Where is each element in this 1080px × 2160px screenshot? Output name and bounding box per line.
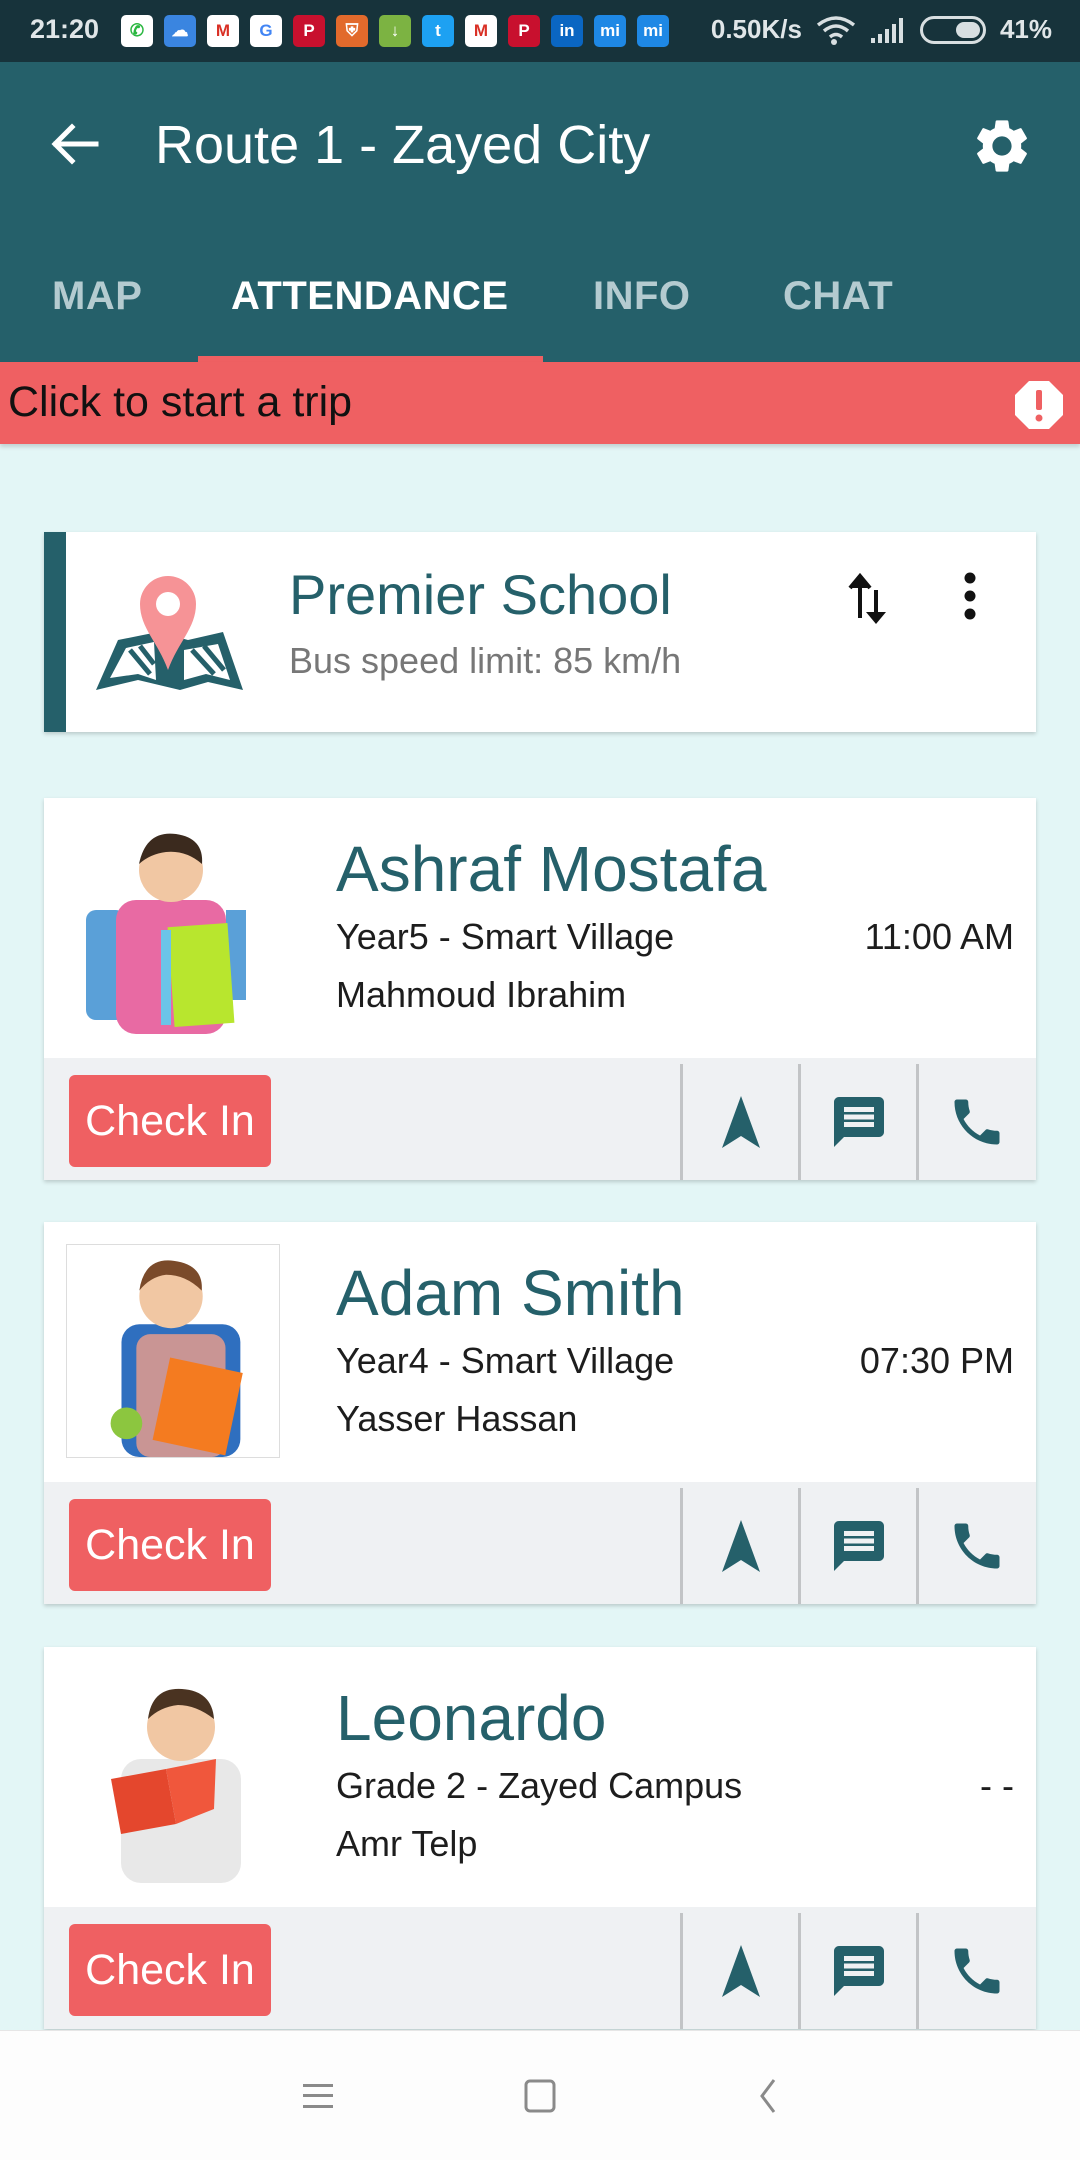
gmail-icon: M [207, 15, 239, 47]
navigation-arrow-icon [721, 1945, 760, 1997]
home-nav-button[interactable] [515, 2071, 565, 2121]
map-pin-icon [96, 576, 243, 690]
student-actions: Check In [44, 1058, 1036, 1180]
message-button[interactable] [798, 1064, 916, 1180]
student-card[interactable]: Adam Smith Year4 - Smart Village 07:30 P… [44, 1222, 1036, 1604]
google-icon: G [250, 15, 282, 47]
notification-icons: ✆ ☁ M G P ⛨ ↓ t M Pin mi mi [121, 15, 669, 47]
student-name: Adam Smith [336, 1257, 685, 1329]
navigate-button[interactable] [680, 1488, 798, 1604]
check-in-button[interactable]: Check In [69, 1924, 271, 2016]
student-photo-boy-with-orange-folder-and-apple [66, 1244, 280, 1458]
check-in-button[interactable]: Check In [69, 1499, 271, 1591]
menu-icon [303, 2084, 333, 2108]
alert-octagon-icon [1015, 381, 1063, 429]
phone-icon [954, 1099, 999, 1145]
message-button[interactable] [798, 1488, 916, 1604]
call-button[interactable] [916, 1913, 1034, 2029]
student-class: Grade 2 - Zayed Campus [336, 1765, 743, 1806]
menu-nav-button[interactable] [293, 2071, 343, 2121]
signal-icon [870, 17, 903, 43]
gear-icon [977, 120, 1027, 172]
mi-icon: mi [637, 15, 669, 47]
pinterest-icon: P [508, 15, 540, 47]
call-button[interactable] [916, 1488, 1034, 1604]
whatsapp-icon: ✆ [121, 15, 153, 47]
student-actions: Check In [44, 1482, 1036, 1604]
app-bar: Route 1 - Zayed City MAP ATTENDANCE INFO… [0, 62, 1080, 362]
message-button[interactable] [798, 1913, 916, 2029]
cloud-icon: ☁ [164, 15, 196, 47]
navigation-arrow-icon [721, 1520, 760, 1572]
parent-name: Amr Telp [336, 1823, 478, 1864]
tab-attendance[interactable]: ATTENDANCE [231, 274, 509, 319]
student-actions: Check In [44, 1907, 1036, 2029]
student-class: Year4 - Smart Village [336, 1340, 675, 1381]
mi-icon: mi [594, 15, 626, 47]
tab-bar: MAP ATTENDANCE INFO CHAT [0, 240, 1080, 362]
speed-limit: Bus speed limit: 85 km/h [289, 640, 682, 681]
navigation-arrow-icon [721, 1096, 760, 1148]
student-card[interactable]: Ashraf Mostafa Year5 - Smart Village 11:… [44, 798, 1036, 1180]
tab-map[interactable]: MAP [52, 274, 142, 319]
tab-chat[interactable]: CHAT [783, 274, 893, 319]
wifi-icon [816, 15, 856, 45]
page-title: Route 1 - Zayed City [155, 115, 651, 175]
student-photo-boy-reading-red-book [66, 1669, 280, 1883]
banner-text: Click to start a trip [8, 378, 353, 426]
twitter-icon: t [422, 15, 454, 47]
start-trip-banner[interactable]: Click to start a trip [0, 362, 1080, 444]
parent-name: Yasser Hassan [336, 1398, 578, 1439]
student-photo-boy-with-backpack-and-green-notebook [66, 820, 280, 1034]
gmail-icon: M [465, 15, 497, 47]
school-name: Premier School [289, 563, 672, 626]
download-icon: ↓ [379, 15, 411, 47]
swap-vertical-icon [848, 572, 886, 624]
student-name: Ashraf Mostafa [336, 833, 767, 905]
chevron-left-icon [760, 2079, 776, 2113]
battery-level [956, 21, 980, 38]
phone-icon [954, 1948, 999, 1994]
pickup-time: 11:00 AM [864, 916, 1014, 957]
parent-name: Mahmoud Ibrahim [336, 974, 627, 1015]
pinterest-icon: P [293, 15, 325, 47]
system-nav-bar [0, 2030, 1080, 2160]
call-button[interactable] [916, 1064, 1034, 1180]
message-icon [833, 1521, 884, 1571]
home-square-icon [524, 2079, 556, 2113]
network-speed: 0.50K/s [710, 14, 802, 44]
linkedin-icon: in [551, 15, 583, 47]
battery-percent: 41% [999, 14, 1052, 44]
shield-icon: ⛨ [336, 15, 368, 47]
back-button[interactable] [44, 114, 104, 174]
settings-button[interactable] [970, 114, 1034, 178]
reorder-button[interactable] [840, 568, 896, 628]
school-card[interactable]: Premier School Bus speed limit: 85 km/h [44, 532, 1036, 732]
more-vert-icon [964, 572, 976, 620]
back-nav-button[interactable] [742, 2071, 792, 2121]
navigate-button[interactable] [680, 1913, 798, 2029]
check-in-button[interactable]: Check In [69, 1075, 271, 1167]
student-card[interactable]: Leonardo Grade 2 - Zayed Campus - - Amr … [44, 1647, 1036, 2029]
more-options-button[interactable] [950, 568, 990, 628]
pickup-time: - - [980, 1765, 1014, 1806]
message-icon [833, 1946, 884, 1996]
pickup-time: 07:30 PM [859, 1340, 1014, 1381]
student-class: Year5 - Smart Village [336, 916, 675, 957]
battery-icon [919, 15, 986, 44]
status-bar: 21:20 ✆ ☁ M G P ⛨ ↓ t M Pin mi mi 0.50K/s 41% [0, 0, 1080, 62]
tab-info[interactable]: INFO [593, 274, 691, 319]
status-right: 0.50K/s 41% [711, 14, 1052, 45]
status-time: 21:20 [30, 14, 100, 44]
arrow-back-icon [51, 123, 99, 165]
navigate-button[interactable] [680, 1064, 798, 1180]
phone-icon [954, 1523, 999, 1569]
student-name: Leonardo [336, 1682, 607, 1754]
school-card-accent [44, 532, 66, 732]
message-icon [833, 1097, 884, 1147]
